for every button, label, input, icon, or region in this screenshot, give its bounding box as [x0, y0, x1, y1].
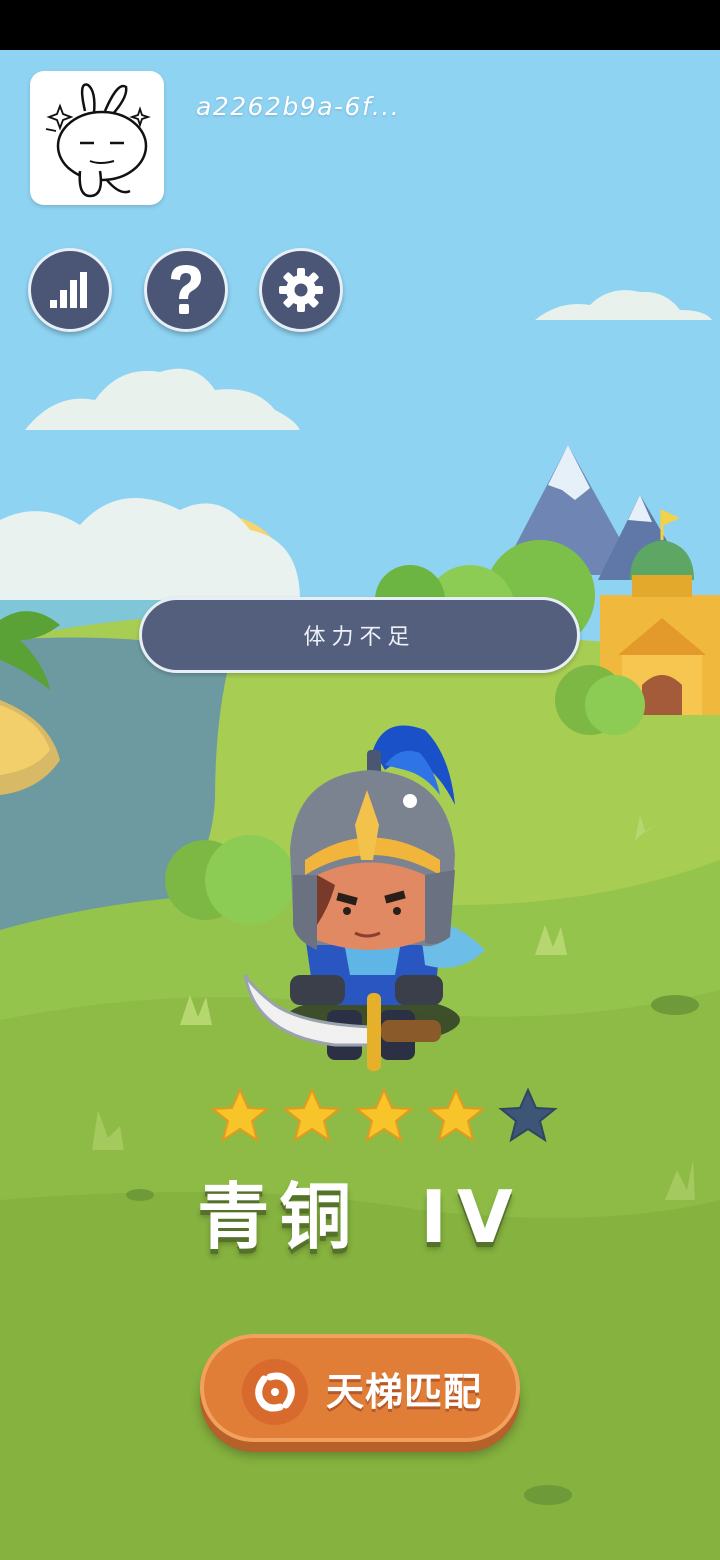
help-button[interactable]	[144, 248, 228, 332]
star-filled-icon	[210, 1087, 270, 1143]
settings-button[interactable]	[259, 248, 343, 332]
star-filled-icon	[426, 1087, 486, 1143]
warrior-character	[243, 725, 485, 1071]
rank-title: 青铜 IV	[197, 1175, 523, 1259]
question-mark-icon	[171, 265, 201, 314]
bar-chart-icon	[50, 272, 87, 308]
game-scene: a2262b9a-6f... 体力不足 青铜 IV 天梯匹配	[0, 50, 720, 1560]
star-filled-icon	[354, 1087, 414, 1143]
rank-stars	[210, 1087, 558, 1143]
avatar[interactable]	[30, 71, 164, 205]
star-filled-icon	[282, 1087, 342, 1143]
ladder-match-button[interactable]: 天梯匹配	[200, 1334, 520, 1442]
swirl-icon	[242, 1359, 308, 1425]
username: a2262b9a-6f...	[196, 92, 401, 121]
star-empty-icon	[498, 1087, 558, 1143]
status-bar	[0, 0, 720, 50]
toast-message: 体力不足	[139, 597, 580, 673]
gear-icon	[279, 268, 323, 312]
leaderboard-button[interactable]	[28, 248, 112, 332]
ladder-match-label: 天梯匹配	[326, 1370, 483, 1414]
rabbit-avatar-icon	[45, 83, 151, 198]
